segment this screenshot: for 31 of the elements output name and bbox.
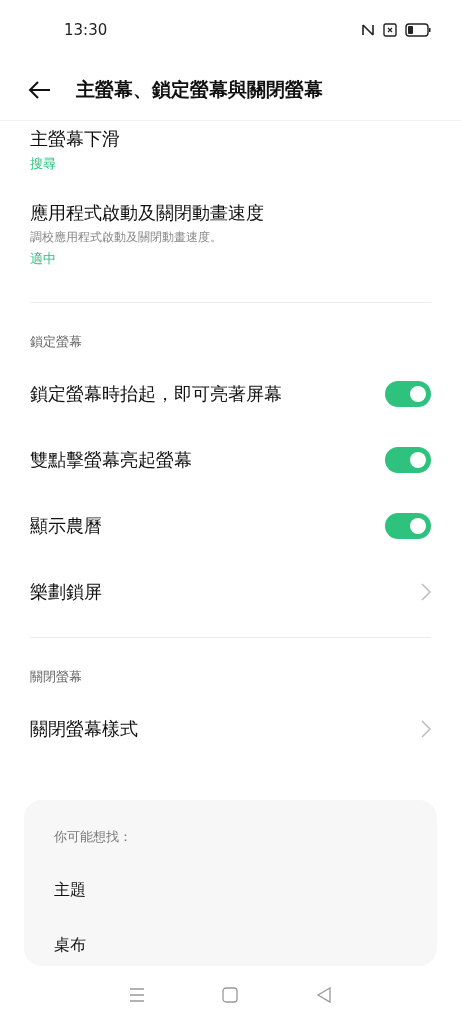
suggestion-item[interactable]: 桌布 [54,901,407,956]
row-title: 主螢幕下滑 [30,127,120,151]
page-title: 主螢幕、鎖定螢幕與關閉螢幕 [76,77,323,102]
row-title: 鎖定螢幕時抬起，即可亮著屏幕 [30,382,282,406]
section-label: 關閉螢幕 [30,668,83,686]
row-value: 搜尋 [30,155,57,173]
sim-card-icon [383,23,397,37]
row-title: 雙點擊螢幕亮起螢幕 [30,448,192,472]
toggle-switch[interactable] [385,447,431,473]
status-time: 13:30 [64,21,108,39]
section-label: 鎖定螢幕 [30,333,83,351]
back-triangle-icon[interactable] [315,986,334,1004]
chevron-right-icon [421,583,431,601]
back-arrow-icon[interactable] [28,80,52,100]
row-value: 適中 [30,250,57,268]
home-square-icon[interactable] [221,986,240,1004]
row-title: 顯示農曆 [30,514,102,538]
toggle-switch[interactable] [385,381,431,407]
row-title[interactable]: 樂劃鎖屏 [30,580,102,604]
row-title[interactable]: 關閉螢幕樣式 [30,717,138,741]
toggle-switch[interactable] [385,513,431,539]
nfc-icon [361,23,375,37]
card-label: 你可能想找： [54,828,133,846]
settings-row[interactable]: 應用程式啟動及關閉動畫速度 調校應用程式啟動及關閉動畫速度。 適中 [30,195,431,290]
menu-icon[interactable] [127,986,146,1004]
row-description: 調校應用程式啟動及關閉動畫速度。 [30,229,223,246]
row-title: 應用程式啟動及關閉動畫速度 [30,201,264,225]
settings-row[interactable]: 主螢幕下滑 搜尋 [30,121,431,195]
chevron-right-icon [421,720,431,738]
battery-icon [405,23,431,37]
suggestion-item[interactable]: 主題 [54,846,407,901]
